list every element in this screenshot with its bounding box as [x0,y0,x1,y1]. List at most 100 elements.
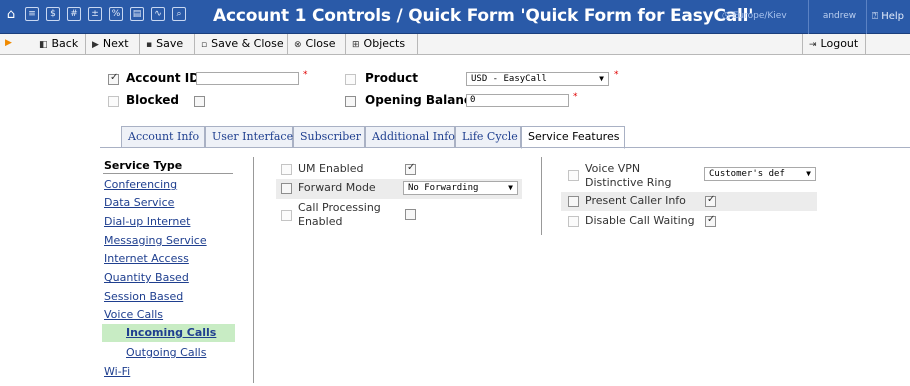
call-processing-checkbox[interactable] [405,209,416,220]
logout-button[interactable]: ⇥ Logout [802,34,866,54]
nav-item-internet-access[interactable]: Internet Access [104,252,189,265]
tab-divider [100,147,910,148]
call-processing-override-checkbox[interactable] [281,210,292,221]
chevron-down-icon: ▼ [599,74,604,83]
voice-vpn-label-line2: Distinctive Ring [585,176,672,189]
chevron-down-icon: ▼ [508,183,513,192]
nav-item-conferencing[interactable]: Conferencing [104,178,177,191]
help-link[interactable]: ⍰ Help [872,11,904,22]
objects-button[interactable]: ⊞ Objects [346,34,418,54]
back-label: Back [51,37,79,50]
next-icon: ▶ [92,40,99,50]
present-caller-info-label: Present Caller Info [585,194,686,207]
logout-icon: ⇥ [809,40,817,50]
help-label: Help [881,11,904,22]
titlebar-divider [808,0,809,34]
forward-mode-select[interactable]: No Forwarding ▼ [403,181,518,195]
username[interactable]: andrew [812,11,867,21]
product-select[interactable]: USD - EasyCall ▼ [466,72,609,86]
next-button[interactable]: ▶ Next [86,34,140,54]
save-close-icon: ▫ [201,40,208,50]
objects-icon: ⊞ [352,40,360,50]
close-button[interactable]: ⊗ Close [288,34,346,54]
tab-account-info[interactable]: Account Info [121,126,205,148]
nav-item-incoming-calls[interactable]: Incoming Calls [126,326,216,339]
back-button[interactable]: ◧ Back [33,34,86,54]
nav-item-dialup-internet[interactable]: Dial-up Internet [104,215,190,228]
blocked-checkbox[interactable] [194,96,205,107]
forward-mode-override-checkbox[interactable] [281,183,292,194]
opening-balance-label: Opening Balance [365,93,480,107]
next-label: Next [102,37,129,50]
disable-call-waiting-checkbox[interactable] [705,214,716,227]
titlebar-divider [866,0,867,34]
tariff-icon[interactable]: ▤ [130,7,144,21]
nav-item-session-based[interactable]: Session Based [104,290,183,303]
required-mark: * [573,92,578,102]
calc-icon[interactable]: ± [88,7,102,21]
title-bar: ⌂ ≡ $ # ± % ▤ ∿ ⌕ Account 1 Controls / Q… [0,0,910,34]
nav-item-outgoing-calls[interactable]: Outgoing Calls [126,346,206,359]
account-id-checkbox[interactable] [108,72,119,85]
tab-service-features[interactable]: Service Features [521,126,625,149]
close-label: Close [305,37,336,50]
opening-balance-input[interactable]: 0 [466,94,569,107]
call-processing-label-line2: Enabled [298,215,343,228]
voice-vpn-ring-select[interactable]: Customer's def ▼ [704,167,816,181]
heading-underline [103,173,233,174]
account-id-input[interactable] [196,72,299,85]
dollar-icon[interactable]: $ [46,7,60,21]
required-mark: * [303,70,308,80]
present-caller-override-checkbox[interactable] [568,196,579,207]
save-button[interactable]: ▪ Save [140,34,195,54]
save-close-button[interactable]: ▫ Save & Close [195,34,288,54]
toolbar: ▶ ◧ Back ▶ Next ▪ Save ▫ Save & Close ⊗ Close… [0,34,910,55]
voice-vpn-label-line1: Voice VPN [585,162,641,175]
objects-label: Objects [363,37,406,50]
save-icon: ▪ [146,40,153,50]
forward-mode-label: Forward Mode [298,181,376,194]
service-type-heading: Service Type [104,159,183,172]
nav-item-data-service[interactable]: Data Service [104,196,174,209]
blocked-label: Blocked [126,93,180,107]
back-icon: ◧ [39,40,48,50]
nav-divider [253,157,254,383]
nav-item-wifi[interactable]: Wi-Fi [104,365,130,378]
save-label: Save [156,37,184,50]
um-enabled-checkbox[interactable] [405,162,416,175]
tab-additional-info[interactable]: Additional Info [365,126,455,148]
call-processing-label-line1: Call Processing [298,201,381,214]
opening-balance-checkbox[interactable] [345,96,356,107]
required-mark: * [614,70,619,80]
disable-call-waiting-label: Disable Call Waiting [585,214,695,227]
home-icon[interactable]: ⌂ [4,8,18,22]
product-value: USD - EasyCall [471,74,547,84]
product-label: Product [365,71,418,85]
nav-item-voice-calls[interactable]: Voice Calls [104,308,163,321]
search-icon[interactable]: ⌕ [172,7,186,21]
nav-item-quantity-based[interactable]: Quantity Based [104,271,189,284]
um-enabled-override-checkbox[interactable] [281,164,292,175]
close-icon: ⊗ [294,40,302,50]
tab-user-interface[interactable]: User Interface [205,126,293,148]
um-enabled-label: UM Enabled [298,162,364,175]
logout-label: Logout [820,37,859,50]
rates-icon[interactable]: % [109,7,123,21]
list-icon[interactable]: ≡ [25,7,39,21]
product-checkbox[interactable] [345,74,356,85]
nav-item-messaging-service[interactable]: Messaging Service [104,234,207,247]
tab-life-cycle[interactable]: Life Cycle [455,126,521,148]
chart-icon[interactable]: ∿ [151,7,165,21]
tab-subscriber[interactable]: Subscriber [293,126,365,148]
timezone-label[interactable]: ◷ Europe/Kiev [722,11,787,21]
present-caller-info-checkbox[interactable] [705,194,716,207]
chevron-down-icon: ▼ [806,169,811,178]
forward-mode-value: No Forwarding [408,183,479,193]
disable-call-waiting-override-checkbox[interactable] [568,216,579,227]
voice-vpn-override-checkbox[interactable] [568,170,579,181]
timezone-text: Europe/Kiev [732,11,787,21]
blocked-checkbox-left[interactable] [108,96,119,107]
page-title: Account 1 Controls / Quick Form 'Quick F… [213,6,754,26]
grid-icon[interactable]: # [67,7,81,21]
features-divider [541,157,542,235]
